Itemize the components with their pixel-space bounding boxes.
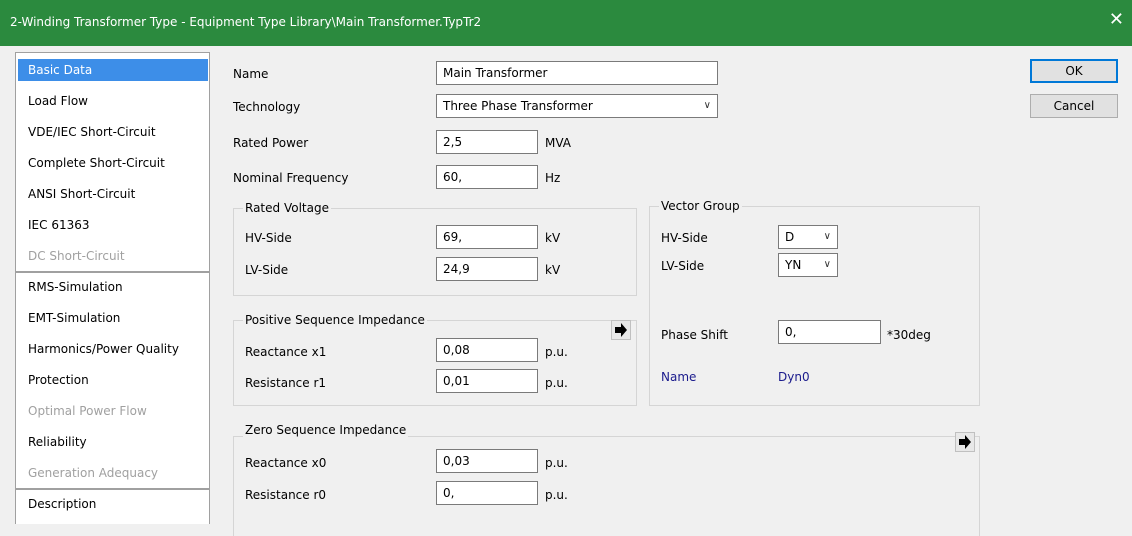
title-bar: 2-Winding Transformer Type - Equipment T… — [0, 0, 1132, 46]
name-label: Name — [233, 67, 269, 81]
sidebar-item-ansi-short-circuit[interactable]: ANSI Short-Circuit — [18, 183, 208, 205]
sidebar-divider — [16, 271, 209, 273]
rated-voltage-hv-unit: kV — [545, 231, 561, 245]
window-title: 2-Winding Transformer Type - Equipment T… — [10, 15, 482, 29]
rated-power-input[interactable]: 2,5 — [436, 130, 538, 154]
resistance-r1-input[interactable]: 0,01 — [436, 369, 538, 393]
sidebar-item-generation-adequacy: Generation Adequacy — [28, 466, 159, 480]
dialog-body: Basic Data Load Flow VDE/IEC Short-Circu… — [0, 46, 1132, 536]
rated-voltage-hv-input[interactable]: 69, — [436, 225, 538, 249]
rated-voltage-lv-unit: kV — [545, 263, 561, 277]
rated-power-unit: MVA — [545, 136, 572, 150]
chevron-down-icon: ∨ — [703, 100, 711, 111]
sidebar-item-emt-simulation[interactable]: EMT-Simulation — [18, 307, 208, 329]
vector-group-lv-label: LV-Side — [661, 259, 705, 273]
resistance-r1-label: Resistance r1 — [245, 376, 327, 390]
rated-voltage-group — [233, 208, 637, 296]
vector-group-name-value: Dyn0 — [778, 370, 810, 384]
rated-voltage-lv-label: LV-Side — [245, 263, 289, 277]
resistance-r0-label: Resistance r0 — [245, 488, 327, 502]
sidebar-item-dc-short-circuit: DC Short-Circuit — [28, 249, 125, 263]
close-icon[interactable]: ✕ — [1109, 11, 1124, 29]
resistance-r0-unit: p.u. — [545, 488, 568, 502]
arrow-right-icon — [959, 435, 971, 449]
zero-sequence-arrow-button[interactable] — [955, 432, 975, 452]
name-input[interactable]: Main Transformer — [436, 61, 718, 85]
technology-value: Three Phase Transformer — [443, 99, 593, 113]
sidebar-item-complete-short-circuit[interactable]: Complete Short-Circuit — [18, 152, 208, 174]
sidebar-divider — [16, 488, 209, 490]
positive-sequence-group — [233, 320, 637, 406]
reactance-x1-input[interactable]: 0,08 — [436, 338, 538, 362]
vector-group-title: Vector Group — [659, 198, 742, 214]
cancel-button[interactable]: Cancel — [1030, 94, 1118, 118]
vector-group-hv-value: D — [785, 230, 795, 244]
sidebar-item-protection[interactable]: Protection — [18, 369, 208, 391]
reactance-x1-label: Reactance x1 — [245, 345, 327, 359]
vector-group-name-label: Name — [661, 370, 697, 384]
ok-button[interactable]: OK — [1030, 59, 1118, 83]
chevron-down-icon: ∨ — [823, 231, 831, 242]
phase-shift-label: Phase Shift — [661, 328, 728, 342]
sidebar-item-vde-iec-short-circuit[interactable]: VDE/IEC Short-Circuit — [18, 121, 208, 143]
technology-select[interactable]: Three Phase Transformer ∨ — [436, 94, 718, 118]
rated-voltage-title: Rated Voltage — [243, 200, 331, 216]
phase-shift-input[interactable]: 0, — [778, 320, 881, 344]
sidebar-item-harmonics-power-quality[interactable]: Harmonics/Power Quality — [18, 338, 208, 360]
nominal-frequency-input[interactable]: 60, — [436, 165, 538, 189]
phase-shift-unit: *30deg — [887, 328, 931, 342]
vector-group-hv-label: HV-Side — [661, 231, 708, 245]
rated-voltage-lv-input[interactable]: 24,9 — [436, 257, 538, 281]
nominal-frequency-unit: Hz — [545, 171, 561, 185]
rated-voltage-hv-label: HV-Side — [245, 231, 292, 245]
sidebar-item-optimal-power-flow: Optimal Power Flow — [28, 404, 147, 418]
reactance-x0-input[interactable]: 0,03 — [436, 449, 538, 473]
technology-label: Technology — [233, 100, 301, 114]
vector-group-lv-select[interactable]: YN ∨ — [778, 253, 838, 277]
sidebar-item-rms-simulation[interactable]: RMS-Simulation — [18, 276, 208, 298]
sidebar: Basic Data Load Flow VDE/IEC Short-Circu… — [15, 52, 210, 524]
rated-power-label: Rated Power — [233, 136, 309, 150]
reactance-x0-unit: p.u. — [545, 456, 568, 470]
resistance-r0-input[interactable]: 0, — [436, 481, 538, 505]
zero-sequence-title: Zero Sequence Impedance — [243, 422, 409, 438]
reactance-x1-unit: p.u. — [545, 345, 568, 359]
nominal-frequency-label: Nominal Frequency — [233, 171, 349, 185]
sidebar-item-load-flow[interactable]: Load Flow — [18, 90, 208, 112]
positive-sequence-title: Positive Sequence Impedance — [243, 312, 427, 328]
sidebar-item-description[interactable]: Description — [18, 493, 208, 515]
chevron-down-icon: ∨ — [823, 259, 831, 270]
resistance-r1-unit: p.u. — [545, 376, 568, 390]
sidebar-item-reliability[interactable]: Reliability — [18, 431, 208, 453]
zero-sequence-group — [233, 436, 980, 536]
positive-sequence-arrow-button[interactable] — [611, 320, 631, 340]
arrow-right-icon — [615, 323, 627, 337]
reactance-x0-label: Reactance x0 — [245, 456, 327, 470]
vector-group-lv-value: YN — [785, 258, 802, 272]
sidebar-item-iec-61363[interactable]: IEC 61363 — [18, 214, 208, 236]
sidebar-item-basic-data[interactable]: Basic Data — [18, 59, 208, 81]
vector-group-hv-select[interactable]: D ∨ — [778, 225, 838, 249]
